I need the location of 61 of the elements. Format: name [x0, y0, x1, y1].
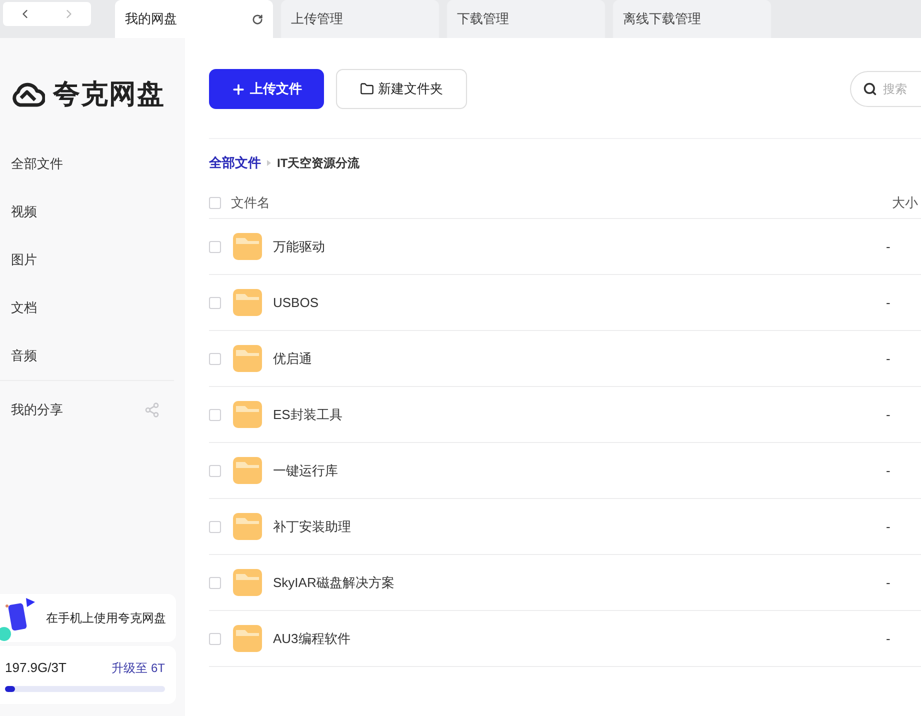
file-name[interactable]: 优启通	[273, 348, 886, 368]
file-name[interactable]: 补丁安装助理	[273, 516, 886, 536]
file-name[interactable]: 一键运行库	[273, 460, 886, 480]
share-icon	[144, 402, 160, 418]
file-size: -	[886, 350, 892, 368]
file-size: -	[886, 406, 892, 424]
search-icon	[863, 82, 877, 96]
folder-outline-icon	[360, 82, 374, 96]
file-name[interactable]: AU3编程软件	[273, 628, 886, 648]
folder-icon	[233, 513, 262, 540]
breadcrumb-item[interactable]: 全部文件	[209, 153, 261, 173]
folder-icon	[233, 233, 262, 260]
tab[interactable]: 我的网盘	[115, 0, 273, 38]
folder-icon	[233, 289, 262, 316]
sidebar-item[interactable]: 视频	[0, 188, 185, 236]
app-logo-text: 夸克网盘	[53, 78, 165, 111]
file-name[interactable]: 万能驱动	[273, 236, 886, 256]
breadcrumb-separator-icon	[267, 160, 271, 166]
checkbox[interactable]	[209, 576, 221, 588]
column-header[interactable]: 大小	[892, 192, 921, 212]
file-size: -	[886, 518, 892, 536]
new-folder-button[interactable]: 新建文件夹	[336, 69, 467, 109]
promo-text: 在手机上使用夸克网盘	[46, 610, 166, 627]
sidebar-item[interactable]: 音频	[0, 332, 185, 380]
checkbox[interactable]	[209, 632, 221, 644]
sidebar-item[interactable]: 我的分享	[0, 381, 174, 439]
folder-icon	[233, 625, 262, 652]
promo-card[interactable]: 在手机上使用夸克网盘	[0, 594, 176, 642]
folder-icon	[233, 457, 262, 484]
checkbox[interactable]	[209, 352, 221, 364]
sidebar-item[interactable]: 图片	[0, 236, 185, 284]
sidebar-item[interactable]: 全部文件	[0, 140, 185, 188]
checkbox[interactable]	[209, 240, 221, 252]
tab[interactable]: 上传管理	[281, 0, 439, 38]
file-size: -	[886, 294, 892, 312]
checkbox[interactable]	[209, 408, 221, 420]
file-size: -	[886, 238, 892, 256]
checkbox[interactable]	[209, 296, 221, 308]
checkbox[interactable]	[209, 464, 221, 476]
refresh-icon[interactable]	[252, 14, 263, 24]
plus-icon	[231, 82, 246, 96]
file-size: -	[886, 574, 892, 592]
upgrade-link[interactable]: 升级至 6T	[112, 658, 165, 677]
tab[interactable]: 离线下载管理	[613, 0, 771, 38]
checkbox[interactable]	[209, 196, 221, 208]
checkbox[interactable]	[209, 520, 221, 532]
folder-icon	[233, 345, 262, 372]
cloud-logo-icon	[11, 80, 45, 108]
folder-icon	[233, 401, 262, 428]
file-size: -	[886, 630, 892, 648]
column-header: 文件名	[231, 194, 271, 212]
upload-button[interactable]: 上传文件	[209, 69, 324, 109]
sidebar-item[interactable]: 文档	[0, 284, 185, 332]
file-name[interactable]: SkyIAR磁盘解决方案	[273, 572, 886, 592]
file-name[interactable]: ES封装工具	[273, 404, 886, 424]
tab[interactable]: 下载管理	[447, 0, 605, 38]
folder-icon	[233, 569, 262, 596]
breadcrumb-item: IT天空资源分流	[277, 155, 360, 172]
file-size: -	[886, 462, 892, 480]
storage-usage-text: 197.9G/3T	[5, 659, 66, 677]
file-name[interactable]: USBOS	[273, 292, 886, 312]
